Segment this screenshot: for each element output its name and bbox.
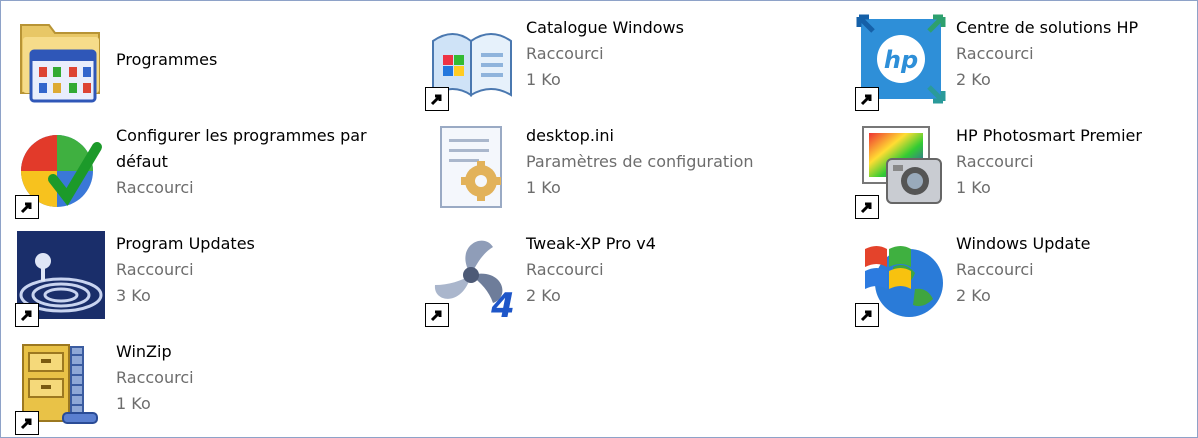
- item-type: Raccourci: [116, 368, 194, 387]
- ini-file-gear-icon: [440, 126, 502, 208]
- shortcut-arrow-icon: [15, 411, 39, 435]
- file-item-winzip[interactable]: WinZip Raccourci 1 Ko: [13, 335, 413, 435]
- item-name: Windows Update: [956, 234, 1091, 253]
- item-name: Programmes: [116, 50, 218, 69]
- item-type: Raccourci: [956, 44, 1034, 63]
- item-type: Raccourci: [956, 260, 1034, 279]
- file-item-default-programs[interactable]: Configurer les programmes par défaut Rac…: [13, 119, 413, 219]
- item-name: WinZip: [116, 342, 172, 361]
- item-size: 1 Ko: [116, 394, 151, 413]
- item-size: 3 Ko: [116, 286, 151, 305]
- item-type: Raccourci: [116, 178, 194, 197]
- file-item-programmes[interactable]: Programmes: [13, 11, 413, 111]
- file-item-program-updates[interactable]: Program Updates Raccourci 3 Ko: [13, 227, 413, 327]
- shortcut-arrow-icon: [855, 87, 879, 111]
- file-view: Programmes Catalogue Windows Raccourci 1…: [0, 0, 1198, 438]
- item-name: HP Photosmart Premier: [956, 126, 1142, 145]
- item-size: 2 Ko: [956, 70, 991, 89]
- item-size: 1 Ko: [526, 70, 561, 89]
- folder-programs-icon: [20, 24, 100, 103]
- item-type: Raccourci: [526, 44, 604, 63]
- shortcut-arrow-icon: [15, 303, 39, 327]
- item-type: Raccourci: [956, 152, 1034, 171]
- shortcut-arrow-icon: [15, 195, 39, 219]
- item-size: 2 Ko: [956, 286, 991, 305]
- file-item-desktop-ini[interactable]: desktop.ini Paramètres de configuration …: [423, 119, 823, 219]
- item-size: 1 Ko: [526, 178, 561, 197]
- item-name: Catalogue Windows: [526, 18, 684, 37]
- svg-text:hp: hp: [884, 46, 918, 74]
- item-name: Program Updates: [116, 234, 255, 253]
- item-type: Paramètres de configuration: [526, 152, 754, 171]
- file-item-hp-solution-center[interactable]: hp Centre de solutions HP Raccourci 2 Ko: [853, 11, 1198, 111]
- item-type: Raccourci: [116, 260, 194, 279]
- item-name: Centre de solutions HP: [956, 18, 1139, 37]
- item-size: 1 Ko: [956, 178, 991, 197]
- item-type: Raccourci: [526, 260, 604, 279]
- shortcut-arrow-icon: [425, 303, 449, 327]
- file-item-tweak-xp[interactable]: 4 Tweak-XP Pro v4 Raccourci 2 Ko: [423, 227, 823, 327]
- file-item-catalogue-windows[interactable]: Catalogue Windows Raccourci 1 Ko: [423, 11, 823, 111]
- item-name: Configurer les programmes par défaut: [116, 126, 367, 171]
- item-name: desktop.ini: [526, 126, 614, 145]
- svg-text:4: 4: [490, 286, 515, 323]
- item-size: 2 Ko: [526, 286, 561, 305]
- file-item-hp-photosmart[interactable]: HP Photosmart Premier Raccourci 1 Ko: [853, 119, 1198, 219]
- shortcut-arrow-icon: [855, 303, 879, 327]
- item-name: Tweak-XP Pro v4: [526, 234, 656, 253]
- file-item-windows-update[interactable]: Windows Update Raccourci 2 Ko: [853, 227, 1198, 327]
- shortcut-arrow-icon: [425, 87, 449, 111]
- shortcut-arrow-icon: [855, 195, 879, 219]
